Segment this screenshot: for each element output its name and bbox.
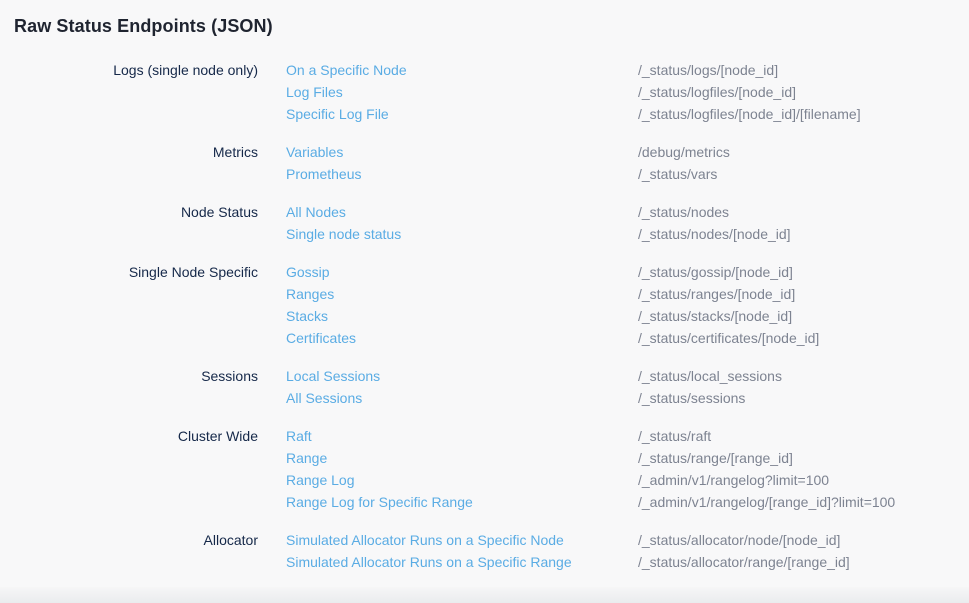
- endpoint-paths-column: /debug/metrics/_status/vars: [638, 141, 969, 185]
- page-title: Raw Status Endpoints (JSON): [14, 14, 969, 39]
- endpoint-link[interactable]: All Nodes: [286, 201, 346, 223]
- endpoint-link[interactable]: Certificates: [286, 327, 356, 349]
- endpoint-section: Sessions Local SessionsAll Sessions /_st…: [14, 365, 969, 409]
- endpoint-path: /_status/range/[range_id]: [638, 447, 969, 469]
- endpoint-path: /_status/vars: [638, 163, 969, 185]
- endpoint-path: /debug/metrics: [638, 141, 969, 163]
- endpoint-path: /_status/ranges/[node_id]: [638, 283, 969, 305]
- endpoint-path: /_status/certificates/[node_id]: [638, 327, 969, 349]
- endpoint-links-column: GossipRangesStacksCertificates: [286, 261, 610, 349]
- endpoint-paths-column: /_status/local_sessions/_status/sessions: [638, 365, 969, 409]
- endpoint-links-column: RaftRangeRange LogRange Log for Specific…: [286, 425, 610, 513]
- category-label: Logs (single node only): [14, 59, 258, 125]
- endpoint-links-column: VariablesPrometheus: [286, 141, 610, 185]
- endpoint-link[interactable]: Stacks: [286, 305, 328, 327]
- category-label: Node Status: [14, 201, 258, 245]
- endpoint-link[interactable]: Simulated Allocator Runs on a Specific N…: [286, 529, 564, 551]
- endpoint-path: /_status/stacks/[node_id]: [638, 305, 969, 327]
- endpoint-link[interactable]: Variables: [286, 141, 343, 163]
- endpoint-section: Allocator Simulated Allocator Runs on a …: [14, 529, 969, 573]
- endpoint-path: /_status/gossip/[node_id]: [638, 261, 969, 283]
- endpoint-path: /_status/sessions: [638, 387, 969, 409]
- endpoint-path: /_status/logs/[node_id]: [638, 59, 969, 81]
- endpoints-list: Logs (single node only) On a Specific No…: [14, 59, 969, 573]
- endpoint-link[interactable]: Prometheus: [286, 163, 361, 185]
- category-label: Sessions: [14, 365, 258, 409]
- endpoint-section: Node Status All NodesSingle node status …: [14, 201, 969, 245]
- category-label: Allocator: [14, 529, 258, 573]
- endpoint-paths-column: /_status/allocator/node/[node_id]/_statu…: [638, 529, 969, 573]
- endpoint-section: Cluster Wide RaftRangeRange LogRange Log…: [14, 425, 969, 513]
- endpoint-path: /_status/logfiles/[node_id]: [638, 81, 969, 103]
- category-label: Cluster Wide: [14, 425, 258, 513]
- endpoint-links-column: Local SessionsAll Sessions: [286, 365, 610, 409]
- endpoint-path: /_status/nodes: [638, 201, 969, 223]
- endpoint-paths-column: /_status/gossip/[node_id]/_status/ranges…: [638, 261, 969, 349]
- endpoint-link[interactable]: Simulated Allocator Runs on a Specific R…: [286, 551, 572, 573]
- endpoint-link[interactable]: Gossip: [286, 261, 330, 283]
- endpoint-paths-column: /_status/raft/_status/range/[range_id]/_…: [638, 425, 969, 513]
- endpoint-links-column: All NodesSingle node status: [286, 201, 610, 245]
- endpoint-path: /_admin/v1/rangelog/[range_id]?limit=100: [638, 491, 969, 513]
- endpoint-link[interactable]: Range: [286, 447, 327, 469]
- endpoint-link[interactable]: Raft: [286, 425, 312, 447]
- endpoint-links-column: On a Specific NodeLog FilesSpecific Log …: [286, 59, 610, 125]
- endpoint-section: Metrics VariablesPrometheus /debug/metri…: [14, 141, 969, 185]
- endpoint-path: /_admin/v1/rangelog?limit=100: [638, 469, 969, 491]
- endpoint-section: Logs (single node only) On a Specific No…: [14, 59, 969, 125]
- endpoint-link[interactable]: All Sessions: [286, 387, 362, 409]
- endpoint-link[interactable]: Range Log: [286, 469, 355, 491]
- endpoint-link[interactable]: Specific Log File: [286, 103, 389, 125]
- endpoint-path: /_status/allocator/node/[node_id]: [638, 529, 969, 551]
- endpoint-link[interactable]: Local Sessions: [286, 365, 380, 387]
- category-label: Single Node Specific: [14, 261, 258, 349]
- endpoint-section: Single Node Specific GossipRangesStacksC…: [14, 261, 969, 349]
- endpoint-path: /_status/allocator/range/[range_id]: [638, 551, 969, 573]
- endpoint-paths-column: /_status/logs/[node_id]/_status/logfiles…: [638, 59, 969, 125]
- endpoint-link[interactable]: Ranges: [286, 283, 334, 305]
- endpoint-path: /_status/nodes/[node_id]: [638, 223, 969, 245]
- endpoint-path: /_status/logfiles/[node_id]/[filename]: [638, 103, 969, 125]
- category-label: Metrics: [14, 141, 258, 185]
- endpoint-paths-column: /_status/nodes/_status/nodes/[node_id]: [638, 201, 969, 245]
- endpoint-link[interactable]: Log Files: [286, 81, 343, 103]
- endpoint-links-column: Simulated Allocator Runs on a Specific N…: [286, 529, 610, 573]
- endpoint-link[interactable]: Single node status: [286, 223, 401, 245]
- endpoint-path: /_status/local_sessions: [638, 365, 969, 387]
- bottom-gradient-band: [0, 587, 969, 603]
- raw-status-endpoints-page: Raw Status Endpoints (JSON) Logs (single…: [0, 0, 969, 573]
- endpoint-link[interactable]: On a Specific Node: [286, 59, 407, 81]
- endpoint-path: /_status/raft: [638, 425, 969, 447]
- endpoint-link[interactable]: Range Log for Specific Range: [286, 491, 473, 513]
